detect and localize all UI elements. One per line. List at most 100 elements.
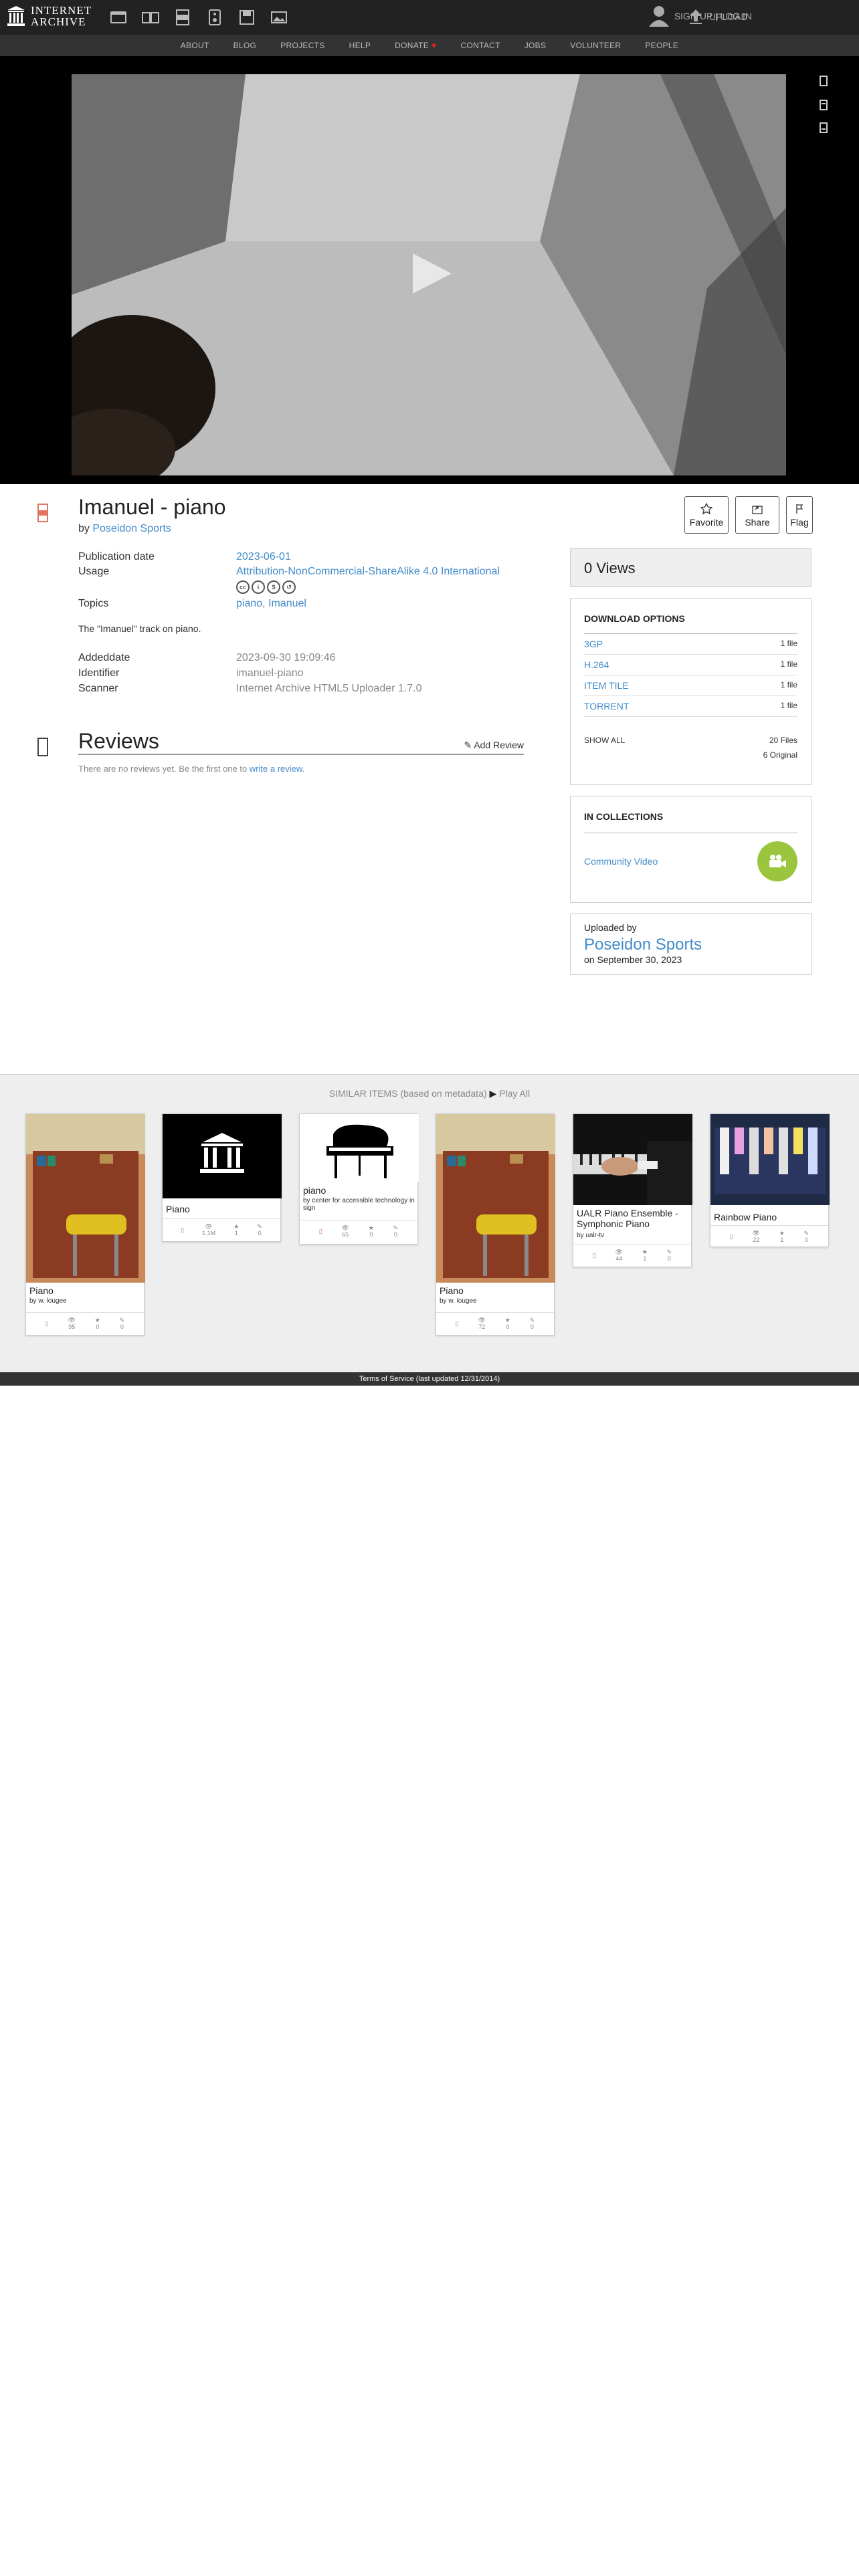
community-video-badge[interactable] (757, 841, 797, 881)
tile-type-icon: ▯ (729, 1232, 733, 1240)
tile-creator: by w. lougee (29, 1297, 67, 1305)
right-sidebar: 0 Views DOWNLOAD OPTIONS 3GP 1 file H.264… (570, 548, 812, 975)
similar-title-text: SIMILAR ITEMS (based on metadata) (328, 1088, 487, 1099)
favorite-button[interactable]: Favorite (684, 496, 729, 534)
similar-tile[interactable]: piano by center for accessible technolog… (299, 1113, 419, 1245)
video-frame[interactable] (72, 74, 786, 475)
ia-logo[interactable]: INTERNET ARCHIVE (7, 5, 92, 27)
sub-nav: ABOUT BLOG PROJECTS HELP DONATE ♥ CONTACT… (0, 35, 859, 56)
texts-icon[interactable] (141, 8, 160, 27)
nav-donate[interactable]: DONATE ♥ (383, 41, 448, 50)
download-name[interactable]: 3GP (584, 639, 603, 649)
creator-link[interactable]: Poseidon Sports (92, 523, 171, 534)
tile-favs: ★ 0 (368, 1224, 374, 1238)
nav-volunteer[interactable]: VOLUNTEER (558, 41, 633, 50)
show-all-link[interactable]: SHOW ALL (584, 736, 625, 745)
star-icon (700, 502, 712, 514)
tile-reviews: ✎ 0 (257, 1222, 262, 1237)
nav-people[interactable]: PEOPLE (633, 41, 690, 50)
no-reviews-end: . (302, 764, 305, 774)
topics-key: Topics (78, 598, 109, 609)
pubdate-value[interactable]: 2023-06-01 (236, 550, 291, 564)
tile-reviews: ✎ 0 (803, 1229, 809, 1243)
item-title: Imanuel - piano (78, 495, 226, 519)
tile-favs-count: 1 (643, 1255, 647, 1262)
nav-donate-label: DONATE (395, 41, 430, 50)
nav-help[interactable]: HELP (337, 41, 383, 50)
audio-icon[interactable] (205, 8, 224, 27)
download-3gp[interactable]: 3GP 1 file (584, 634, 797, 655)
heart-icon: ♥ (432, 41, 437, 50)
upload-icon (690, 9, 702, 24)
terms-of-service-link[interactable]: Terms of Service (last updated 12/31/201… (359, 1375, 500, 1383)
favorite-label: Favorite (689, 516, 724, 528)
pubdate-key: Publication date (78, 551, 155, 562)
tile-favs-count: 0 (506, 1323, 510, 1330)
tile-favs: ★ 1 (779, 1229, 785, 1243)
item-metadata: Publication date 2023-06-01 Usage Attribut… (78, 550, 533, 611)
embed-icon[interactable] (818, 122, 830, 134)
similar-tile[interactable]: Piano ▯ 👁 1.1M ★ 1 ✎ 0 (162, 1113, 282, 1242)
upload-link[interactable]: UPLOAD (709, 11, 748, 22)
share-label: Share (745, 516, 770, 528)
add-review-button[interactable]: ✎ Add Review (464, 740, 524, 751)
download-name[interactable]: ITEM TILE (584, 680, 629, 691)
download-name[interactable]: TORRENT (584, 701, 629, 712)
movie-icon (37, 503, 49, 523)
tile-image (436, 1114, 555, 1283)
uploader-box: Uploaded by Poseidon Sports on September… (570, 914, 812, 975)
play-all-button[interactable]: ▶ Play All (490, 1088, 531, 1099)
web-icon[interactable] (109, 8, 128, 27)
tile-favs: ★ 0 (94, 1316, 100, 1330)
addeddate-value: 2023-09-30 19:09:46 (236, 652, 336, 663)
tile-favs-count: 0 (96, 1323, 100, 1330)
logo-line1: INTERNET (31, 4, 92, 17)
footer: Terms of Service (last updated 12/31/201… (0, 1372, 859, 1386)
nav-projects[interactable]: PROJECTS (268, 41, 337, 50)
topic-piano-link[interactable]: piano (236, 598, 262, 609)
playlist-icon[interactable] (818, 99, 830, 111)
usage-license-link[interactable]: Attribution-NonCommercial-ShareAlike 4.0… (236, 564, 500, 579)
collections-title: IN COLLECTIONS (584, 811, 797, 833)
similar-tile[interactable]: UALR Piano Ensemble - Symphonic Piano by… (573, 1113, 692, 1267)
flag-button[interactable]: Flag (786, 496, 813, 534)
collection-link[interactable]: Community Video (584, 856, 658, 867)
download-item-tile[interactable]: ITEM TILE 1 file (584, 675, 797, 696)
upload-area[interactable]: UPLOAD (688, 8, 748, 25)
uploader-link[interactable]: Poseidon Sports (584, 936, 797, 954)
software-icon[interactable] (237, 8, 256, 27)
download-h264[interactable]: H.264 1 file (584, 655, 797, 675)
tile-views-count: 44 (615, 1255, 623, 1262)
reviews-icon (37, 737, 49, 757)
no-reviews-text: There are no reviews yet. Be the first o… (78, 764, 304, 774)
nav-about[interactable]: ABOUT (169, 41, 221, 50)
tile-views-count: 65 (342, 1230, 349, 1238)
tile-views: 👁 22 (752, 1229, 760, 1243)
tile-image (300, 1114, 419, 1182)
addeddate-key: Addeddate (78, 652, 130, 663)
share-button[interactable]: Share (735, 496, 779, 534)
similar-tile[interactable]: Piano by w. lougee ▯ 👁 95 ★ 0 ✎ 0 (25, 1113, 145, 1335)
topic-imanuel-link[interactable]: Imanuel (268, 598, 306, 609)
download-count: 1 file (780, 680, 797, 689)
nav-jobs[interactable]: JOBS (512, 41, 559, 50)
play-button[interactable] (413, 253, 452, 294)
fullscreen-icon[interactable] (818, 75, 830, 87)
nav-contact[interactable]: CONTACT (449, 41, 512, 50)
tile-favs-count: 0 (369, 1230, 373, 1238)
download-torrent[interactable]: TORRENT 1 file (584, 696, 797, 717)
write-review-link[interactable]: write a review (250, 764, 302, 774)
tile-stats: ▯ 👁 65 ★ 0 ✎ 0 (300, 1220, 417, 1241)
tile-reviews-count: 0 (804, 1236, 808, 1243)
similar-tile[interactable]: Rainbow Piano ▯ 👁 22 ★ 1 ✎ 0 (710, 1113, 830, 1247)
video-icon[interactable] (173, 8, 192, 27)
views-count: 0 Views (570, 548, 812, 587)
flag-label: Flag (790, 516, 809, 528)
cc-license-badges[interactable]: cc i $ ↺ (236, 580, 533, 594)
tile-type-icon: ▯ (181, 1226, 185, 1233)
images-icon[interactable] (270, 8, 288, 27)
reviews-title: Reviews (78, 729, 159, 753)
download-name[interactable]: H.264 (584, 659, 609, 670)
nav-blog[interactable]: BLOG (221, 41, 269, 50)
similar-tile[interactable]: Piano by w. lougee ▯ 👁 72 ★ 0 ✎ 0 (436, 1113, 555, 1335)
